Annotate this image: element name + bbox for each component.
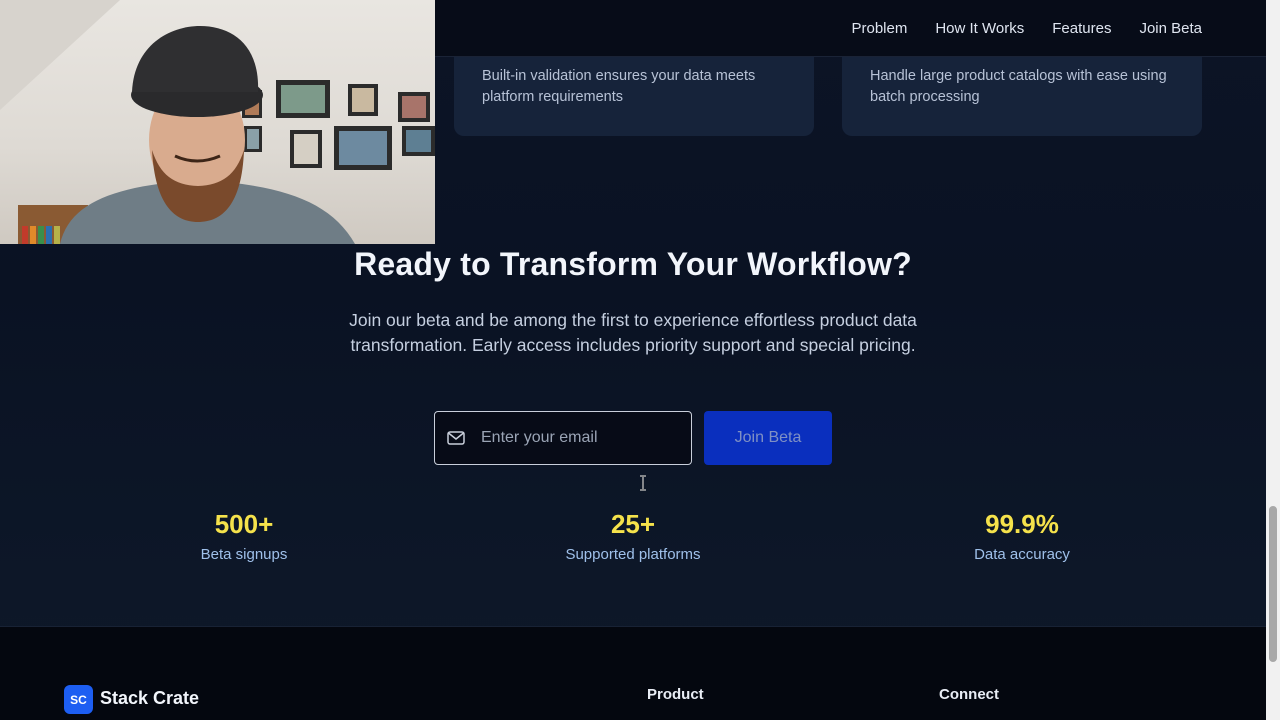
footer-heading-product: Product [647,686,704,703]
feature-card-batch: Handle large product catalogs with ease … [842,56,1202,136]
stat-accuracy: 99.9% Data accuracy [872,508,1172,563]
email-field[interactable] [434,411,692,465]
footer-heading-connect: Connect [939,686,999,703]
webcam-scene [0,0,435,244]
webcam-overlay [0,0,435,244]
stat-label: Supported platforms [565,546,701,563]
stat-value: 25+ [610,509,656,539]
footer: SC Stack Crate Product Connect [0,626,1266,720]
nav-link-problem[interactable]: Problem [851,20,907,37]
feature-card-validation: Built-in validation ensures your data me… [454,30,814,136]
nav-links: Problem How It Works Features Join Beta [851,0,1202,56]
scrollbar-thumb[interactable] [1269,506,1277,662]
text-cursor-icon [640,475,646,491]
stat-value: 500+ [214,509,274,539]
stat-value: 99.9% [985,509,1059,539]
stat-label: Beta signups [200,546,288,563]
nav-link-how-it-works[interactable]: How It Works [935,20,1024,37]
logo-badge[interactable]: SC [64,685,93,714]
cta-title: Ready to Transform Your Workflow? [354,246,912,282]
feature-desc-validation: Built-in validation ensures your data me… [482,68,756,105]
nav-link-join-beta[interactable]: Join Beta [1139,20,1202,37]
email-input[interactable] [479,428,673,448]
feature-desc-batch: Handle large product catalogs with ease … [870,68,1167,105]
brand-name[interactable]: Stack Crate [100,688,199,709]
stat-label: Data accuracy [974,546,1070,563]
mail-icon [447,431,465,445]
stat-platforms: 25+ Supported platforms [483,508,783,563]
nav-link-features[interactable]: Features [1052,20,1111,37]
stat-beta-signups: 500+ Beta signups [94,508,394,563]
cta-subtitle: Join our beta and be among the first to … [349,310,917,355]
join-beta-button[interactable]: Join Beta [704,411,832,465]
